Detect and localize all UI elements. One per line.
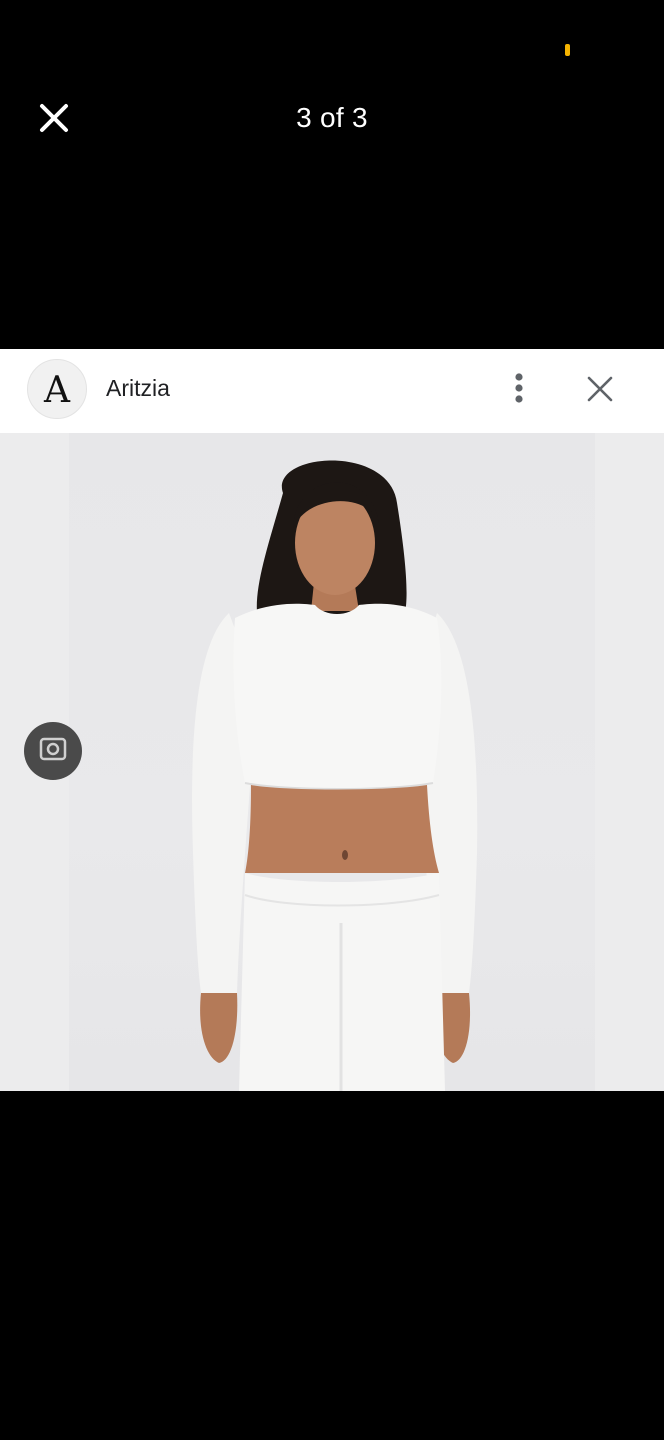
shared-image-card: A Aritzia	[0, 349, 664, 1091]
brand-name[interactable]: Aritzia	[106, 373, 170, 403]
close-icon	[587, 376, 613, 402]
visual-search-icon	[39, 737, 67, 761]
model-illustration	[192, 460, 478, 1091]
svg-text:A: A	[43, 371, 71, 407]
product-image-area[interactable]	[0, 433, 664, 1091]
card-header: A Aritzia	[0, 349, 664, 433]
image-counter: 3 of 3	[296, 102, 368, 133]
visual-search-button[interactable]	[24, 722, 82, 780]
card-close-button[interactable]	[578, 367, 622, 411]
status-indicator-dot	[565, 44, 570, 56]
more-options-button[interactable]	[498, 367, 540, 409]
image-viewer-screen: 3 of 3 A Aritzia	[0, 0, 664, 1440]
brand-logo-icon: A	[43, 371, 71, 407]
product-photo	[69, 433, 595, 1091]
more-vert-icon	[515, 373, 523, 403]
brand-avatar[interactable]: A	[27, 359, 87, 419]
